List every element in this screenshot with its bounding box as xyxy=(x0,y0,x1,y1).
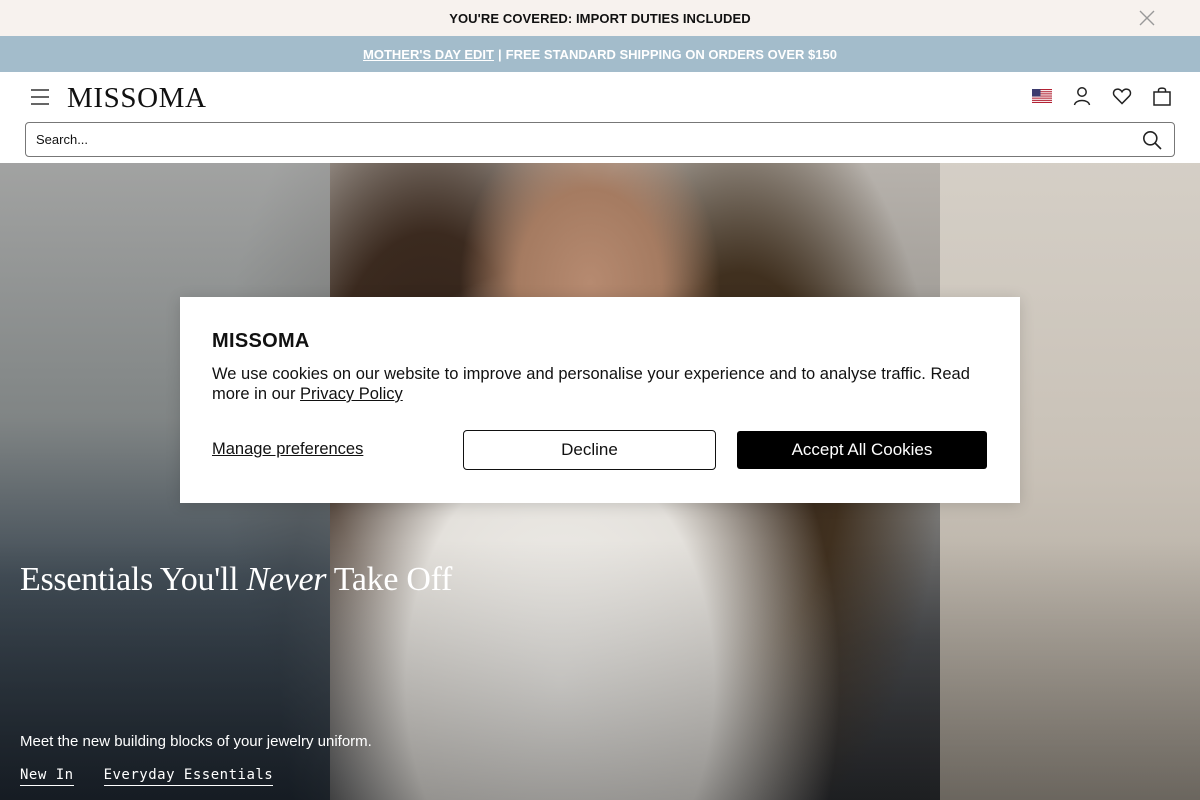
privacy-policy-link[interactable]: Privacy Policy xyxy=(300,385,403,403)
search-bar xyxy=(25,122,1175,157)
site-header: MISSOMA xyxy=(0,72,1200,122)
everyday-essentials-link[interactable]: Everyday Essentials xyxy=(103,767,274,786)
decline-button[interactable]: Decline xyxy=(463,430,716,470)
menu-icon[interactable] xyxy=(30,88,50,106)
promo-bar: MOTHER'S DAY EDIT | FREE STANDARD SHIPPI… xyxy=(0,36,1200,72)
search-input[interactable] xyxy=(26,132,1126,147)
promo-separator: | xyxy=(497,46,502,62)
hero-headline-start: Essentials You'll xyxy=(20,561,247,598)
logo[interactable]: MISSOMA xyxy=(67,82,207,115)
close-icon[interactable] xyxy=(1138,9,1156,27)
search-icon[interactable] xyxy=(1142,130,1162,150)
us-flag-icon[interactable] xyxy=(1032,85,1052,107)
bag-icon[interactable] xyxy=(1152,85,1172,107)
cookie-consent-dialog: MISSOMA We use cookies on our website to… xyxy=(180,297,1020,503)
hero-subtext: Meet the new building blocks of your jew… xyxy=(20,733,372,750)
header-icons xyxy=(1032,85,1172,107)
hero-links: New In Everyday Essentials xyxy=(20,767,274,786)
account-icon[interactable] xyxy=(1072,85,1092,107)
cookie-message: We use cookies on our website to improve… xyxy=(212,364,992,404)
announcement-bar: YOU'RE COVERED: IMPORT DUTIES INCLUDED xyxy=(0,0,1200,36)
hero-headline: Essentials You'll Never Take Off xyxy=(20,561,452,599)
manage-preferences-link[interactable]: Manage preferences xyxy=(212,440,363,459)
hero-headline-emphasis: Never xyxy=(246,561,327,598)
hero-headline-end: Take Off xyxy=(326,561,453,598)
accept-all-cookies-button[interactable]: Accept All Cookies xyxy=(737,431,987,469)
mothers-day-link[interactable]: MOTHER'S DAY EDIT xyxy=(363,47,494,62)
cookie-brand: MISSOMA xyxy=(212,330,310,352)
heart-icon[interactable] xyxy=(1112,85,1132,107)
new-in-link[interactable]: New In xyxy=(20,767,74,786)
promo-text: FREE STANDARD SHIPPING ON ORDERS OVER $1… xyxy=(505,46,837,62)
announcement-text: YOU'RE COVERED: IMPORT DUTIES INCLUDED xyxy=(449,10,751,26)
